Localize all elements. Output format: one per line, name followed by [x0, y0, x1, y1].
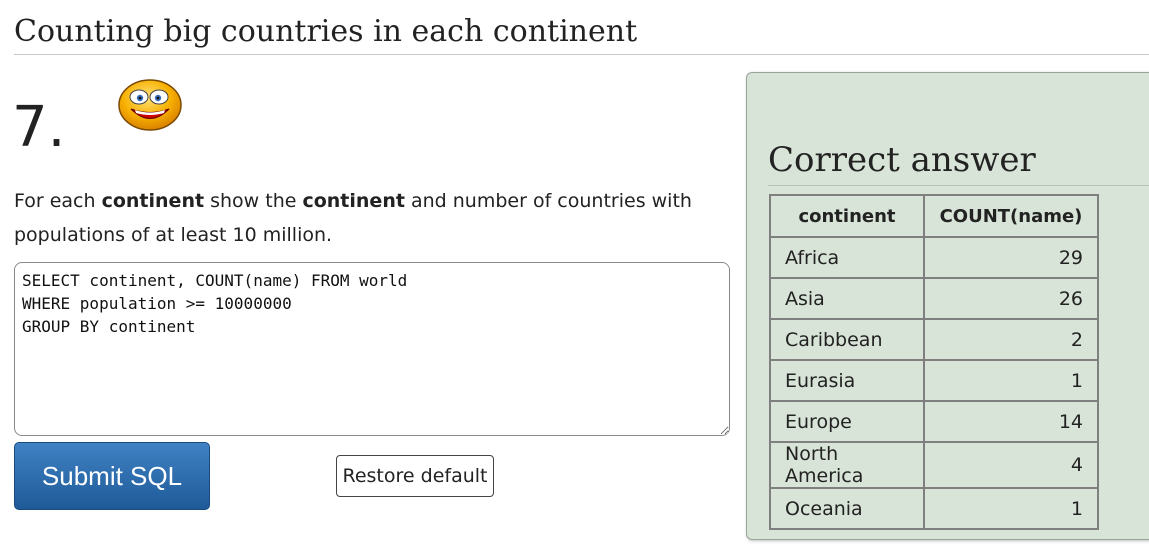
- correct-answer-title: Correct answer: [768, 137, 1149, 186]
- cell-continent: Africa: [769, 236, 925, 279]
- question-text: For each continent show the continent an…: [14, 184, 734, 252]
- question-text-part: show the: [204, 190, 303, 212]
- cell-continent: Oceania: [769, 487, 925, 530]
- cell-continent: Europe: [769, 400, 925, 443]
- cell-count: 26: [923, 277, 1099, 320]
- cell-continent: Eurasia: [769, 359, 925, 402]
- header-continent: continent: [769, 194, 925, 238]
- table-row: Eurasia 1: [769, 359, 1099, 402]
- cell-continent: Caribbean: [769, 318, 925, 361]
- correct-answer-panel: Correct answer continent COUNT(name) Afr…: [746, 72, 1149, 540]
- submit-sql-button[interactable]: Submit SQL: [14, 442, 210, 510]
- table-row: North America 4: [769, 441, 1099, 489]
- restore-default-button[interactable]: Restore default: [336, 455, 494, 497]
- cell-continent: North America: [769, 441, 925, 489]
- table-row: Caribbean 2: [769, 318, 1099, 361]
- answer-table: continent COUNT(name) Africa 29 Asia 26 …: [769, 194, 1099, 530]
- smiley-icon: [118, 79, 182, 131]
- table-row: Europe 14: [769, 400, 1099, 443]
- table-row: Asia 26: [769, 277, 1099, 320]
- sql-editor[interactable]: SELECT continent, COUNT(name) FROM world…: [14, 262, 730, 436]
- table-row: Oceania 1: [769, 487, 1099, 530]
- cell-continent: Asia: [769, 277, 925, 320]
- page-title: Counting big countries in each continent: [14, 12, 1149, 55]
- cell-count: 2: [923, 318, 1099, 361]
- question-keyword: continent: [101, 190, 205, 212]
- cell-count: 1: [923, 487, 1099, 530]
- question-keyword: continent: [302, 190, 405, 212]
- cell-count: 29: [923, 236, 1099, 279]
- cell-count: 14: [923, 400, 1099, 443]
- question-text-part: For each: [14, 190, 102, 212]
- header-count: COUNT(name): [923, 194, 1099, 238]
- cell-count: 1: [923, 359, 1099, 402]
- cell-count: 4: [923, 441, 1099, 489]
- table-row: Africa 29: [769, 236, 1099, 279]
- table-header-row: continent COUNT(name): [769, 194, 1099, 238]
- question-number: 7.: [12, 95, 66, 160]
